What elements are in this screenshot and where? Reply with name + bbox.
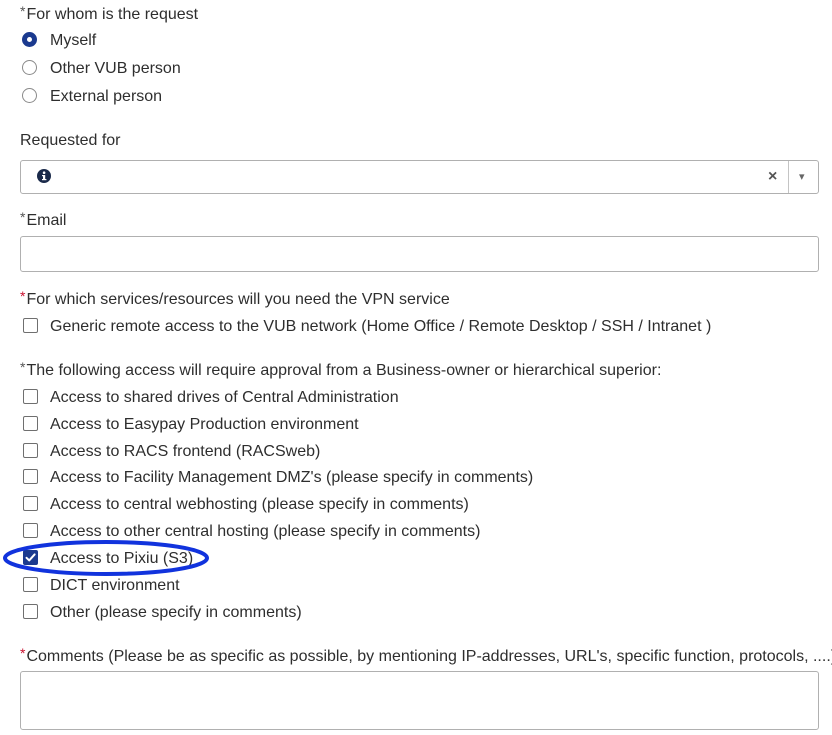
comments-label: *Comments (Please be as specific as poss…: [20, 645, 832, 665]
required-marker: *: [20, 645, 26, 661]
radio-other-vub-person[interactable]: [22, 60, 37, 75]
checkbox-other-central-hosting[interactable]: [23, 523, 38, 538]
for-whom-label: *For whom is the request: [20, 3, 199, 23]
comments-textarea[interactable]: [20, 671, 819, 730]
required-marker: *: [20, 288, 26, 304]
checkbox-facility-management-label: Access to Facility Management DMZ's (ple…: [50, 469, 534, 486]
services-label: *For which services/resources will you n…: [20, 288, 450, 308]
required-marker: *: [20, 359, 26, 375]
checkbox-pixiu-s3-label: Access to Pixiu (S3): [50, 550, 194, 567]
checkbox-easypay-label: Access to Easypay Production environment: [50, 416, 359, 433]
required-marker: *: [20, 3, 26, 19]
radio-external-person[interactable]: [22, 88, 37, 103]
radio-myself-label: Myself: [50, 32, 97, 49]
checkbox-generic-remote-access-label: Generic remote access to the VUB network…: [50, 318, 712, 335]
checkbox-dict-environment[interactable]: [23, 577, 38, 592]
select-divider: [788, 161, 789, 193]
checkbox-other[interactable]: [23, 604, 38, 619]
email-label: *Email: [20, 209, 67, 229]
checkbox-facility-management[interactable]: [23, 469, 38, 484]
radio-myself[interactable]: [22, 32, 37, 47]
dropdown-arrow-icon[interactable]: ▾: [799, 170, 805, 183]
checkbox-dict-environment-label: DICT environment: [50, 577, 180, 594]
checkbox-racs-frontend[interactable]: [23, 443, 38, 458]
email-field[interactable]: [20, 236, 819, 272]
checkbox-easypay[interactable]: [23, 416, 38, 431]
checkbox-central-webhosting[interactable]: [23, 496, 38, 511]
radio-other-vub-person-label: Other VUB person: [50, 60, 181, 77]
checkbox-pixiu-s3[interactable]: [23, 550, 38, 565]
checkbox-shared-drives-label: Access to shared drives of Central Admin…: [50, 389, 399, 406]
checkbox-racs-frontend-label: Access to RACS frontend (RACSweb): [50, 443, 321, 460]
requested-for-label: Requested for: [20, 132, 121, 149]
radio-external-person-label: External person: [50, 88, 163, 105]
required-marker: *: [20, 209, 26, 225]
requested-for-select[interactable]: × ▾: [20, 160, 819, 194]
checkbox-central-webhosting-label: Access to central webhosting (please spe…: [50, 496, 469, 513]
clear-selection-icon[interactable]: ×: [768, 168, 777, 186]
checkbox-generic-remote-access[interactable]: [23, 318, 38, 333]
info-icon: [37, 169, 51, 183]
checkbox-other-label: Other (please specify in comments): [50, 604, 302, 621]
checkmark-icon: [25, 553, 36, 562]
approval-label: *The following access will require appro…: [20, 359, 662, 379]
checkbox-shared-drives[interactable]: [23, 389, 38, 404]
checkbox-other-central-hosting-label: Access to other central hosting (please …: [50, 523, 481, 540]
